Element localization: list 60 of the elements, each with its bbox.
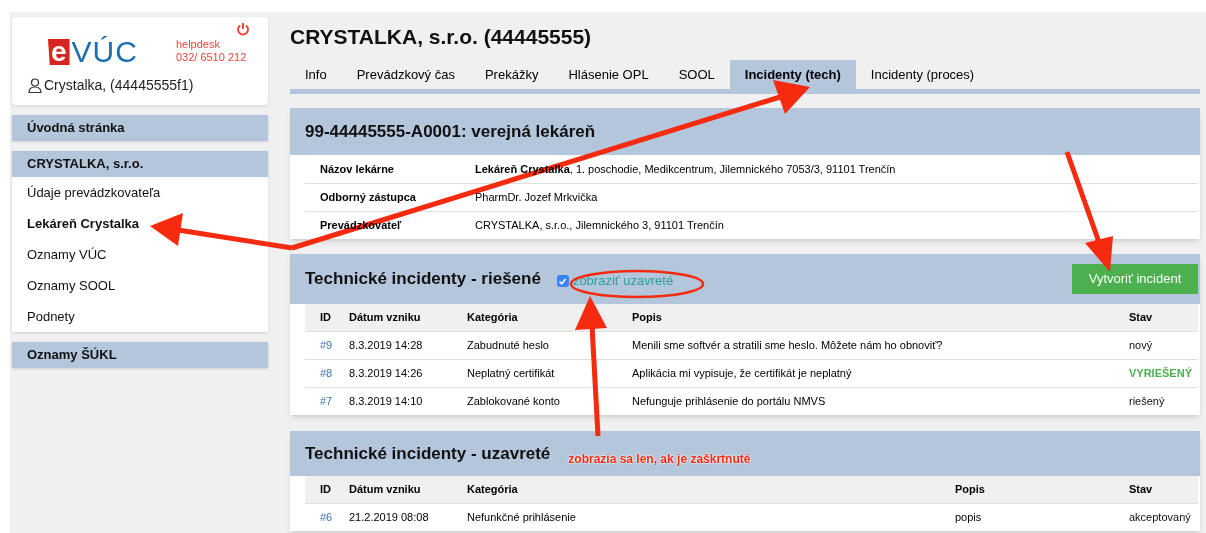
table-cell-text: Nefunguje prihlásenie do portálu NMVS	[632, 394, 827, 410]
column-header: Kategória	[467, 482, 519, 498]
column-header: Dátum vzniku	[349, 310, 422, 326]
user-icon	[28, 78, 42, 93]
tab[interactable]: Incidenty (tech)	[729, 60, 856, 89]
user-name: Crystalka, (44445555f1)	[44, 76, 194, 95]
id-link[interactable]: #9	[320, 337, 349, 354]
table-cell-text: Menili sme softvér a stratili sme heslo. Môžete nám ho obnoviť?	[632, 338, 944, 354]
table-cell-text: Zabudnuté heslo	[467, 338, 550, 354]
status-text: VYRIEŠENÝ	[1129, 366, 1192, 382]
checkbox[interactable]	[556, 275, 569, 287]
table-cell-text: 21.2.2019 08:08	[349, 510, 430, 526]
tab[interactable]: Info	[290, 60, 342, 89]
sidebar-item[interactable]: Lekáreň Crystalka	[12, 208, 268, 239]
tab[interactable]: Incidenty (proces)	[855, 60, 990, 89]
panel-title: Technické incidenty - riešené	[305, 268, 541, 291]
table-cell-text: Neplatný certifikát	[467, 366, 556, 382]
field-value: PharmDr. Jozef Mrkvička	[475, 190, 598, 206]
panel-title: 99-44445555-A0001: verejná lekáreň	[290, 108, 1200, 155]
table-cell-text: Zablokované konto	[467, 394, 561, 410]
page-title: CRYSTALKA, s.r.o. (44445555)	[290, 24, 593, 50]
power-icon[interactable]	[236, 22, 250, 36]
field-label: Názov lekárne	[320, 161, 395, 177]
table-cell-text: 8.3.2019 14:28	[349, 338, 424, 354]
status-text: riešený	[1129, 394, 1165, 410]
sidebar-item[interactable]: Oznamy SOOL	[12, 270, 268, 301]
column-header: Popis	[632, 310, 663, 326]
panel-title: Technické incidenty - uzavreté	[305, 442, 551, 465]
field-value: CRYSTALKA, s.r.o., Jilemnického 3, 91101 Trenčín	[475, 218, 724, 234]
table-cell-text: Aplikácia mi vypisuje, že certifikát je neplatný	[632, 366, 853, 382]
sidebar-item[interactable]: Oznamy VÚC	[12, 239, 268, 270]
id-link[interactable]: #6	[320, 509, 349, 526]
tab[interactable]: Prevádzkový čas	[341, 60, 470, 89]
tab[interactable]: SOOL	[663, 60, 730, 89]
column-header: ID	[320, 310, 332, 326]
column-header: Stav	[1129, 310, 1154, 326]
sidebar-heading[interactable]: Oznamy ŠÚKL	[12, 342, 268, 368]
annotation-text: zobrazia sa len, ak je zaškrtnuté	[568, 450, 751, 468]
tab[interactable]: Prekážky	[469, 60, 554, 89]
tab[interactable]: Hlásenie OPL	[553, 60, 664, 89]
column-header: Dátum vzniku	[349, 482, 422, 498]
status-text: akceptovaný	[1129, 510, 1191, 526]
table-cell-text: 8.3.2019 14:26	[349, 366, 424, 382]
table-cell-text: popis	[955, 510, 983, 526]
table-cell-text: 8.3.2019 14:10	[349, 394, 424, 410]
column-header: Stav	[1129, 482, 1154, 498]
helpdesk-label: helpdesk	[175, 38, 221, 51]
sidebar-item[interactable]: Údaje prevádzkovateľa	[12, 177, 268, 208]
table-cell-text: Nefunkčné prihlásenie	[467, 510, 577, 526]
sidebar-heading[interactable]: Úvodná stránka	[12, 115, 268, 141]
status-text: nový	[1129, 338, 1153, 354]
field-label: Odborný zástupca	[320, 190, 417, 206]
column-header: ID	[320, 482, 332, 498]
sidebar-item[interactable]: Podnety	[12, 301, 268, 332]
phone-number: 032/ 6510 212	[175, 51, 247, 64]
id-link[interactable]: #8	[320, 365, 349, 382]
id-link[interactable]: #7	[320, 393, 349, 410]
column-header: Kategória	[467, 310, 519, 326]
column-header: Popis	[955, 482, 986, 498]
sidebar-heading[interactable]: CRYSTALKA, s.r.o.	[12, 151, 268, 177]
